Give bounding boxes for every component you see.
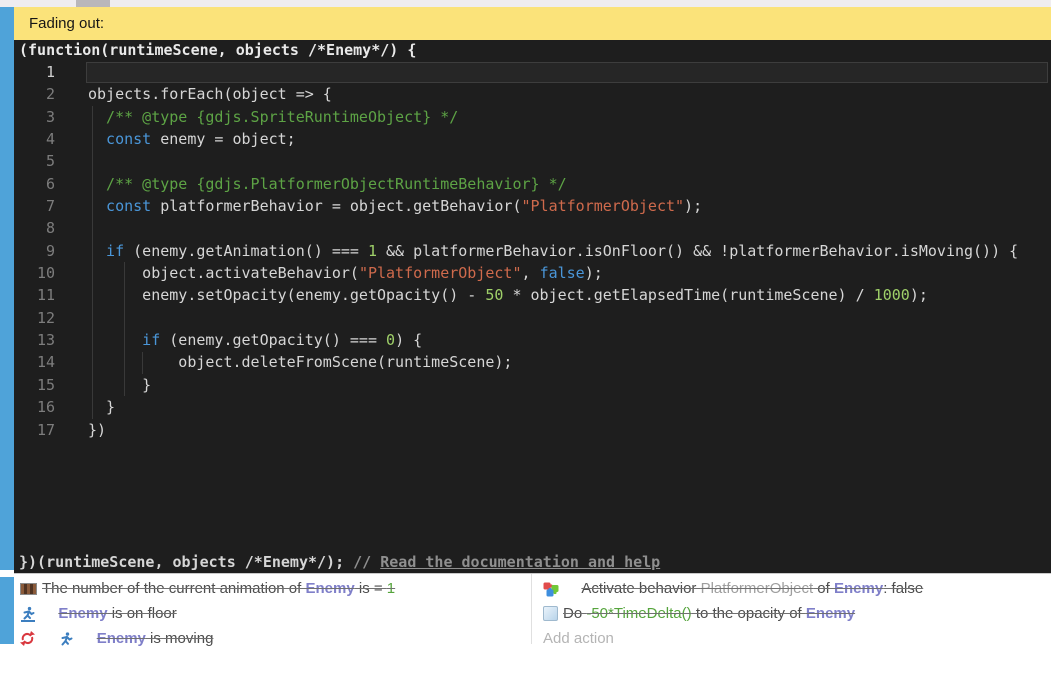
line-number: 14 [14, 351, 55, 373]
action-row[interactable]: Do -50*TimeDelta() to the opacity of Ene… [532, 601, 1051, 626]
code-line[interactable]: 9 if (enemy.getAnimation() === 1 && plat… [14, 240, 1051, 262]
code-line[interactable]: 13 if (enemy.getOpacity() === 0) { [14, 329, 1051, 351]
comment-banner-text: Fading out: [14, 7, 1051, 40]
code-line[interactable]: 17}) [14, 419, 1051, 441]
code-line[interactable]: 12 [14, 307, 1051, 329]
conditions-column: The number of the current animation of E… [14, 576, 531, 651]
action-text: Do -50*TimeDelta() to the opacity of Ene… [563, 605, 855, 622]
line-number: 11 [14, 284, 55, 306]
event-selection-bar [0, 7, 14, 570]
code-function-header: (function(runtimeScene, objects /*Enemy*… [14, 40, 1051, 61]
code-line[interactable]: 8 [14, 217, 1051, 239]
code-line[interactable]: 4 const enemy = object; [14, 128, 1051, 150]
add-action-button[interactable]: Add action [532, 626, 1051, 651]
condition-text: The number of the current animation of E… [42, 580, 395, 597]
action-text: Activate behavior PlatformerObject of En… [581, 580, 923, 597]
js-code-editor[interactable]: (function(runtimeScene, objects /*Enemy*… [14, 40, 1051, 573]
code-line[interactable]: 2objects.forEach(object => { [14, 83, 1051, 105]
line-number: 8 [14, 217, 55, 239]
code-line[interactable]: 15 } [14, 374, 1051, 396]
line-number: 7 [14, 195, 55, 217]
event-selection-bar-lower [0, 577, 14, 644]
code-line[interactable]: 14 object.deleteFromScene(runtimeScene); [14, 351, 1051, 373]
actions-column: Activate behavior PlatformerObject of En… [532, 576, 1051, 651]
line-number: 3 [14, 106, 55, 128]
line-number: 4 [14, 128, 55, 150]
line-number: 6 [14, 173, 55, 195]
line-number: 17 [14, 419, 55, 441]
documentation-link[interactable]: Read the documentation and help [380, 553, 660, 571]
line-number: 13 [14, 329, 55, 351]
code-line[interactable]: 1 [14, 61, 1051, 83]
code-line[interactable]: 7 const platformerBehavior = object.getB… [14, 195, 1051, 217]
code-lines: 1 2objects.forEach(object => { 3 /** @ty… [14, 61, 1051, 441]
line-number: 10 [14, 262, 55, 284]
code-line[interactable]: 5 [14, 150, 1051, 172]
line-number: 2 [14, 83, 55, 105]
line-number: 12 [14, 307, 55, 329]
comment-banner[interactable]: Fading out: [14, 7, 1051, 40]
opacity-icon [543, 606, 558, 621]
line-number: 1 [14, 61, 55, 83]
line-number: 16 [14, 396, 55, 418]
code-function-footer: })(runtimeScene, objects /*Enemy*/); // … [14, 552, 1051, 572]
code-line[interactable]: 10 object.activateBehavior("PlatformerOb… [14, 262, 1051, 284]
condition-row[interactable]: Enemy is moving [14, 626, 531, 651]
action-row[interactable]: Activate behavior PlatformerObject of En… [532, 576, 1051, 601]
line-number: 5 [14, 150, 55, 172]
line-number: 15 [14, 374, 55, 396]
moving-icon [58, 597, 91, 681]
event-sheet-row: The number of the current animation of E… [14, 573, 1051, 644]
code-line[interactable]: 6 /** @type {gdjs.PlatformerObjectRuntim… [14, 173, 1051, 195]
window-top-edge [0, 0, 1051, 7]
code-line[interactable]: 11 enemy.setOpacity(enemy.getOpacity() -… [14, 284, 1051, 306]
condition-text: Enemy is moving [97, 630, 214, 647]
code-line[interactable]: 3 /** @type {gdjs.SpriteRuntimeObject} *… [14, 106, 1051, 128]
invert-icon [20, 597, 53, 680]
window-top-notch [76, 0, 110, 7]
line-number: 9 [14, 240, 55, 262]
code-line[interactable]: 16 } [14, 396, 1051, 418]
